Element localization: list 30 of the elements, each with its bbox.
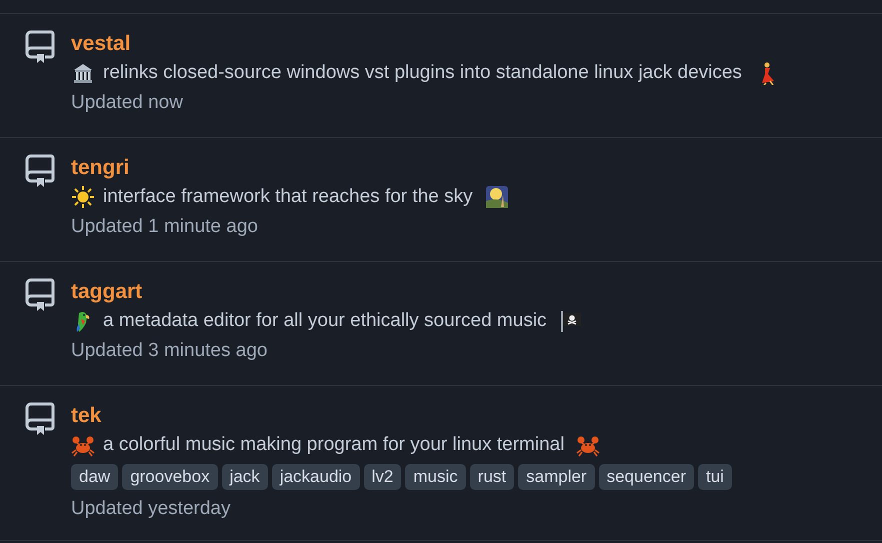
topic-tag[interactable]: music — [405, 464, 466, 490]
repository-icon — [25, 278, 55, 312]
updated-time: Updated now — [71, 91, 184, 115]
topic-tag[interactable]: sampler — [518, 464, 595, 490]
topic-tag[interactable]: lv2 — [364, 464, 402, 490]
updated-time: Updated yesterday — [71, 497, 232, 521]
repository-name-link[interactable]: taggart — [71, 278, 142, 306]
repository-name-link[interactable]: vestal — [71, 30, 131, 58]
moon-viewing-icon — [484, 185, 509, 209]
pirate-flag-icon — [558, 309, 583, 333]
topic-tag[interactable]: tui — [698, 464, 732, 490]
repository-description: interface framework that reaches for the sky — [103, 185, 473, 209]
updated-time: Updated 1 minute ago — [71, 215, 259, 239]
topic-tag[interactable]: jack — [222, 464, 268, 490]
sun-icon — [71, 185, 95, 209]
topic-tag[interactable]: daw — [71, 464, 118, 490]
repository-name-link[interactable]: tengri — [71, 154, 130, 182]
updated-time: Updated 3 minutes ago — [71, 339, 268, 363]
repository-description: relinks closed-source windows vst plugins into standalone linux jack devices — [103, 61, 742, 85]
repository-name-link[interactable]: tek — [71, 402, 102, 430]
repository-icon — [25, 30, 55, 64]
building-icon — [71, 61, 95, 85]
repository-icon — [25, 402, 55, 436]
topic-tag[interactable]: rust — [470, 464, 514, 490]
repository-description: a colorful music making program for your linux terminal — [103, 433, 564, 457]
topic-tag[interactable]: jackaudio — [272, 464, 360, 490]
repository-icon — [25, 154, 55, 188]
topic-tag[interactable]: groovebox — [122, 464, 218, 490]
topic-tag[interactable]: sequencer — [598, 464, 694, 490]
repository-description: a metadata editor for all your ethically sourced music — [103, 309, 547, 333]
